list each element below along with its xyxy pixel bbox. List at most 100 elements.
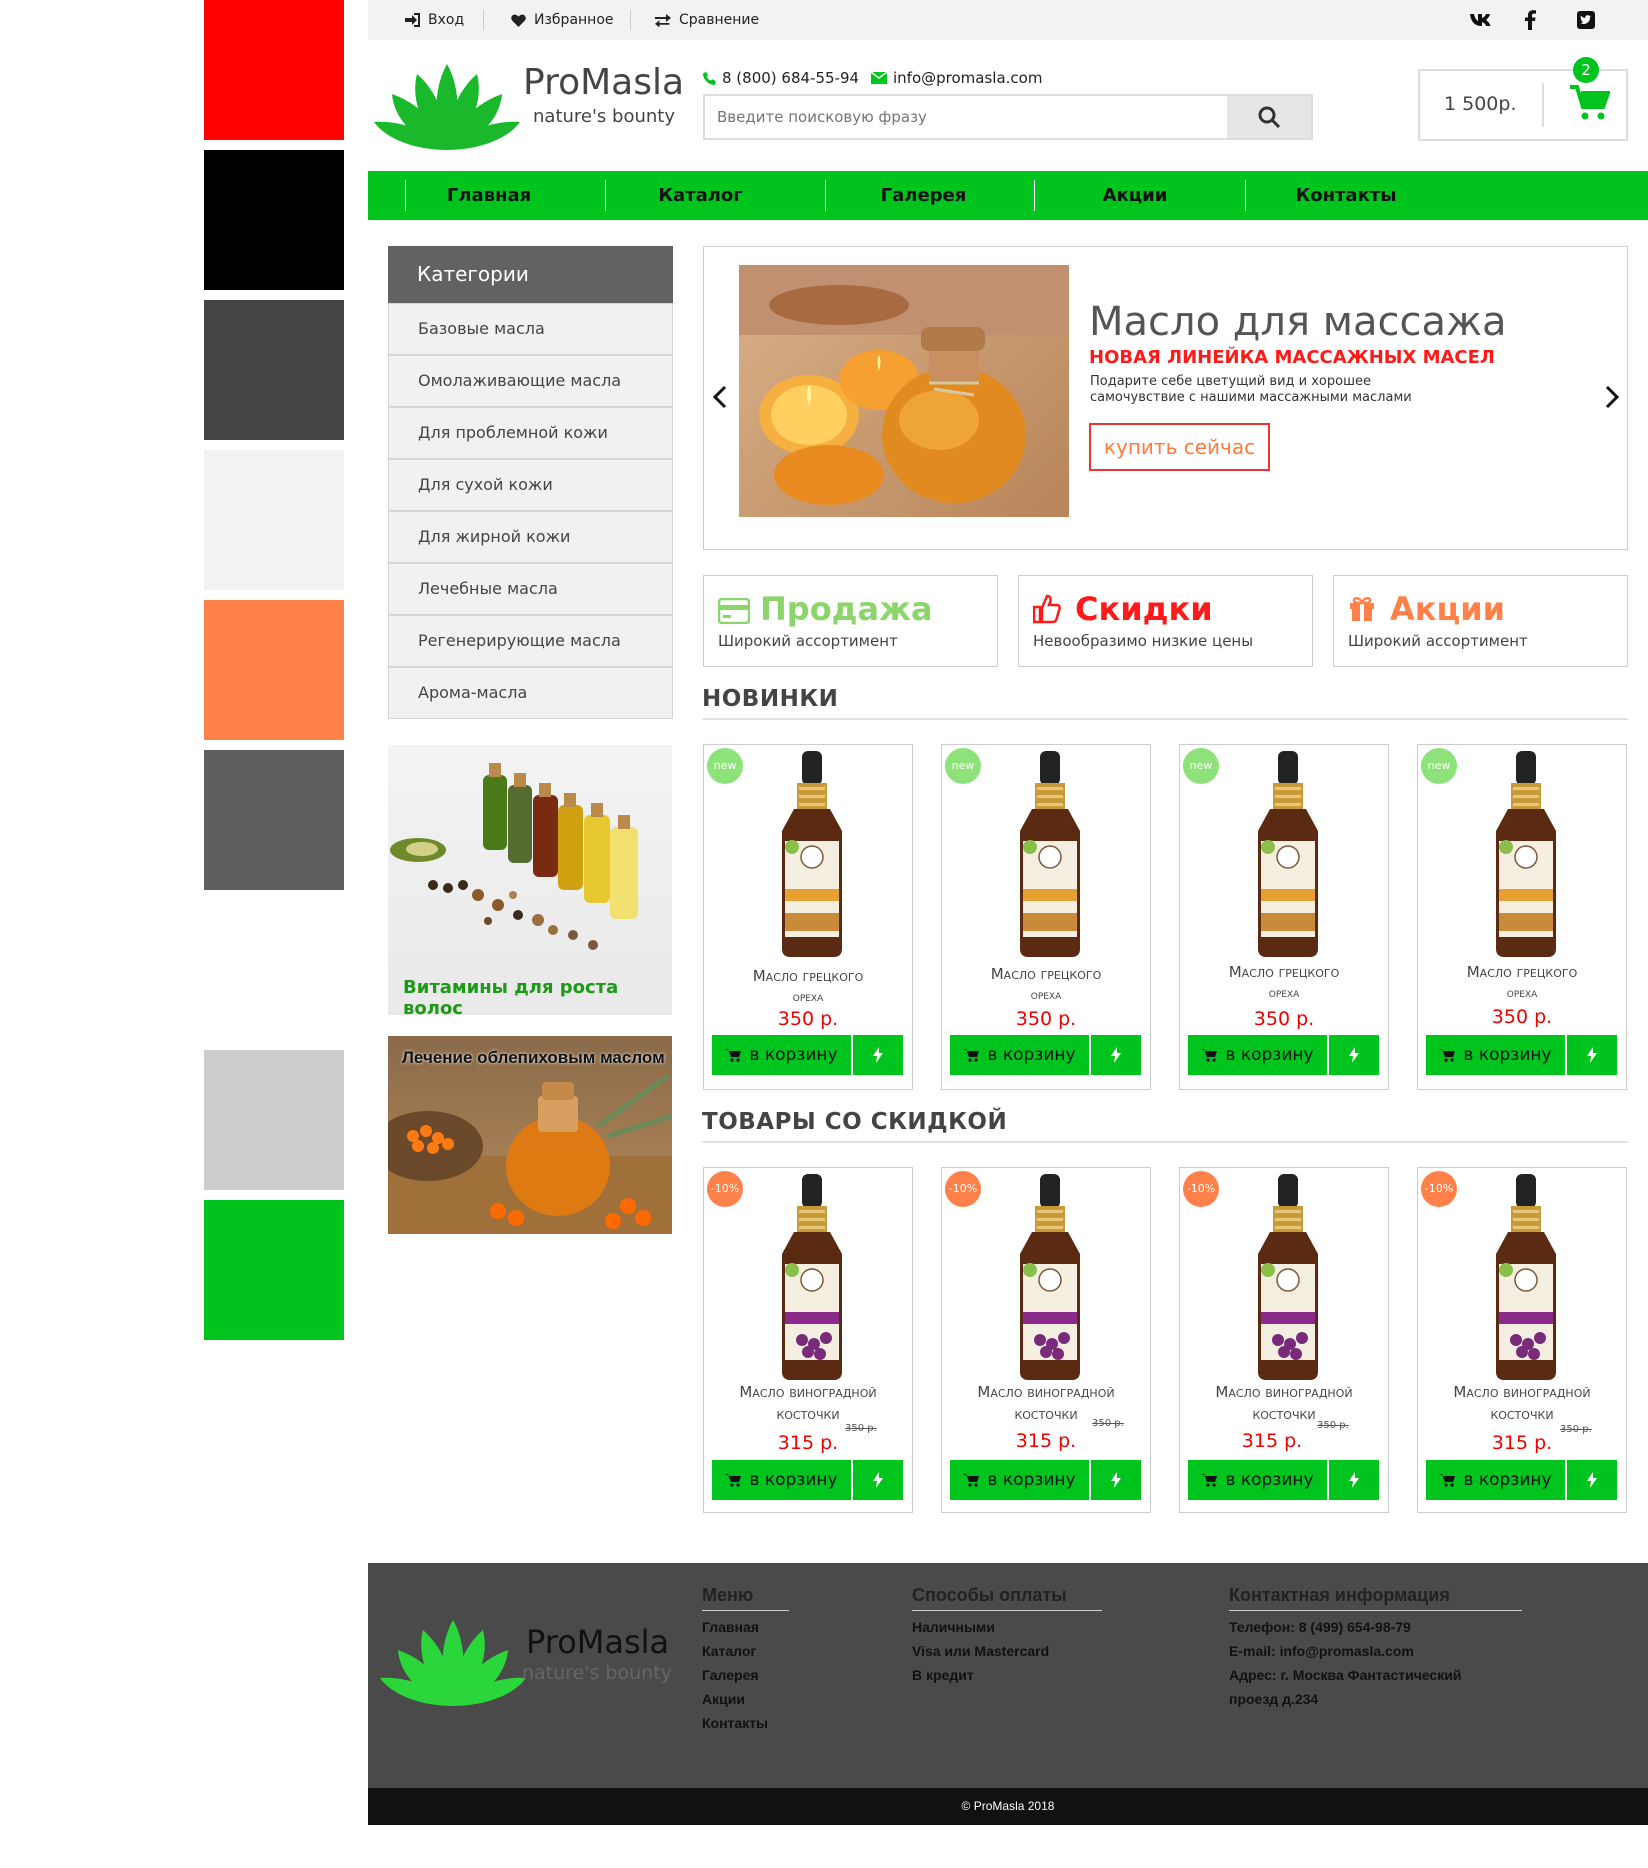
walnut-oil-bottle-image	[1020, 751, 1080, 957]
discount-badge: -10%	[1183, 1171, 1219, 1207]
lightning-icon	[873, 1047, 883, 1063]
nav-item-catalog[interactable]: Каталог	[606, 171, 795, 220]
slider-prev-arrow[interactable]	[712, 385, 728, 413]
add-to-cart-label: в корзину	[1225, 1470, 1314, 1490]
footer-contact-email[interactable]: E-mail: info@promasla.com	[1229, 1643, 1414, 1659]
nav-item-gallery[interactable]: Галерея	[826, 171, 1021, 220]
product-card[interactable]: -10% Масло виноградной косточки 350 р. 3…	[1417, 1167, 1627, 1513]
feature-sale[interactable]: Продажа Широкий ассортимент	[703, 575, 998, 667]
product-card[interactable]: new Масло грецкого ореха 350 р. в корзин…	[1417, 744, 1627, 1090]
quick-buy-button[interactable]	[1329, 1035, 1379, 1075]
quick-buy-button[interactable]	[1091, 1460, 1141, 1500]
slider-next-arrow[interactable]	[1604, 385, 1620, 413]
email-text: info@promasla.com	[893, 69, 1043, 87]
quick-buy-button[interactable]	[853, 1035, 903, 1075]
banner-hair-vitamins[interactable]: Витамины для роста волос	[388, 745, 672, 1015]
footer-menu-item[interactable]: Галерея	[702, 1667, 759, 1683]
category-item[interactable]: Для жирной кожи	[388, 511, 673, 563]
category-item[interactable]: Лечебные масла	[388, 563, 673, 615]
product-card[interactable]: -10% Масло виноградной косточки 350 р. 3…	[941, 1167, 1151, 1513]
header-phone[interactable]: 8 (800) 684-55-94	[703, 69, 859, 87]
product-card[interactable]: new Масло грецкого ореха 350 р. в корзин…	[1179, 744, 1389, 1090]
product-name-line1: Масло виноградной	[1215, 1383, 1353, 1401]
quick-buy-button[interactable]	[853, 1460, 903, 1500]
quick-buy-button[interactable]	[1091, 1035, 1141, 1075]
add-to-cart-button[interactable]: в корзину	[712, 1035, 851, 1075]
footer-menu-item[interactable]: Контакты	[702, 1715, 768, 1731]
search-button[interactable]	[1227, 96, 1311, 138]
feature-promotions-title: Акции	[1390, 590, 1506, 628]
compare-label: Сравнение	[679, 12, 760, 28]
footer-brand-tagline: nature's bounty	[522, 1662, 672, 1684]
login-link[interactable]: Вход	[404, 0, 464, 40]
nav-item-home[interactable]: Главная	[406, 171, 572, 220]
swatch-light-gray	[204, 450, 344, 590]
product-name-line1: Масло грецкого	[752, 967, 864, 985]
cart-widget[interactable]: 1 500р. 2	[1418, 57, 1628, 141]
footer-menu-item[interactable]: Каталог	[702, 1643, 756, 1659]
vk-icon[interactable]	[1468, 8, 1492, 32]
footer-payment-item: Visa или Mastercard	[912, 1643, 1050, 1659]
product-price: 315 р.	[1241, 1430, 1303, 1452]
quick-buy-button[interactable]	[1329, 1460, 1379, 1500]
login-icon	[405, 13, 420, 27]
add-to-cart-label: в корзину	[1463, 1045, 1552, 1065]
grape-seed-oil-bottle-image	[782, 1174, 842, 1380]
footer-menu-item[interactable]: Главная	[702, 1619, 759, 1635]
category-item[interactable]: Регенерирующие масла	[388, 615, 673, 667]
footer-logo-leaf-icon[interactable]	[378, 1618, 528, 1708]
new-badge: new	[945, 748, 981, 784]
facebook-icon[interactable]	[1518, 8, 1542, 32]
search-input[interactable]	[717, 96, 1217, 138]
product-name-line2: ореха	[792, 990, 824, 1005]
product-card[interactable]: -10% Масло виноградной косточки 350 р. 3…	[703, 1167, 913, 1513]
nav-item-contacts[interactable]: Контакты	[1246, 171, 1446, 220]
banner-sea-buckthorn[interactable]: Лечение облепиховым маслом	[388, 1036, 672, 1234]
nav-item-promotions[interactable]: Акции	[1035, 171, 1235, 220]
quick-buy-button[interactable]	[1567, 1035, 1617, 1075]
add-to-cart-button[interactable]: в корзину	[1188, 1460, 1327, 1500]
category-item[interactable]: Омолаживающие масла	[388, 355, 673, 407]
header-email[interactable]: info@promasla.com	[871, 69, 1042, 87]
add-to-cart-button[interactable]: в корзину	[950, 1035, 1089, 1075]
banner-sea-buckthorn-label: Лечение облепиховым маслом	[402, 1048, 665, 1067]
add-to-cart-button[interactable]: в корзину	[950, 1460, 1089, 1500]
add-to-cart-button[interactable]: в корзину	[712, 1460, 851, 1500]
category-item[interactable]: Для проблемной кожи	[388, 407, 673, 459]
swatch-orange	[204, 600, 344, 740]
feature-discounts[interactable]: Скидки Невообразимо низкие цены	[1018, 575, 1313, 667]
lightning-icon	[1587, 1472, 1597, 1488]
buy-now-button[interactable]: купить сейчас	[1089, 423, 1270, 471]
add-to-cart-button[interactable]: в корзину	[1426, 1460, 1565, 1500]
compare-link[interactable]: Сравнение	[655, 0, 759, 40]
favorites-link[interactable]: Избранное	[511, 0, 614, 40]
product-card[interactable]: -10% Масло виноградной косточки 350 р. 3…	[1179, 1167, 1389, 1513]
product-card[interactable]: new Масло грецкого ореха 350 р. в корзин…	[703, 744, 913, 1090]
copyright: © ProMasla 2018	[368, 1788, 1648, 1825]
logo-leaf-icon[interactable]	[372, 62, 522, 152]
category-item[interactable]: Базовые масла	[388, 303, 673, 355]
slider-text-line2: самочувствие с нашими массажными маслами	[1090, 390, 1412, 405]
cart-count-badge: 2	[1573, 57, 1599, 83]
divider	[1542, 83, 1544, 127]
footer-menu-item[interactable]: Акции	[702, 1691, 745, 1707]
twitter-icon[interactable]	[1574, 8, 1598, 32]
product-name-line1: Масло виноградной	[977, 1383, 1115, 1401]
grape-seed-oil-bottle-image	[1496, 1174, 1556, 1380]
product-name-line2: ореха	[1030, 988, 1062, 1003]
add-to-cart-button[interactable]: в корзину	[1426, 1035, 1565, 1075]
category-item[interactable]: Арома-масла	[388, 667, 673, 719]
quick-buy-button[interactable]	[1567, 1460, 1617, 1500]
oil-bottles-image	[390, 763, 638, 950]
feature-promotions[interactable]: Акции Широкий ассортимент	[1333, 575, 1628, 667]
add-to-cart-button[interactable]: в корзину	[1188, 1035, 1327, 1075]
swatch-green	[204, 1200, 344, 1340]
chevron-right-icon	[1605, 385, 1620, 409]
product-name-line1: Масло грецкого	[1466, 963, 1578, 981]
product-name-line1: Масло грецкого	[1228, 963, 1340, 981]
cart-icon	[1201, 1049, 1218, 1062]
category-item[interactable]: Для сухой кожи	[388, 459, 673, 511]
product-card[interactable]: new Масло грецкого ореха 350 р. в корзин…	[941, 744, 1151, 1090]
cart-icon[interactable]	[1570, 85, 1611, 125]
footer-payment-title: Способы оплаты	[912, 1585, 1102, 1611]
